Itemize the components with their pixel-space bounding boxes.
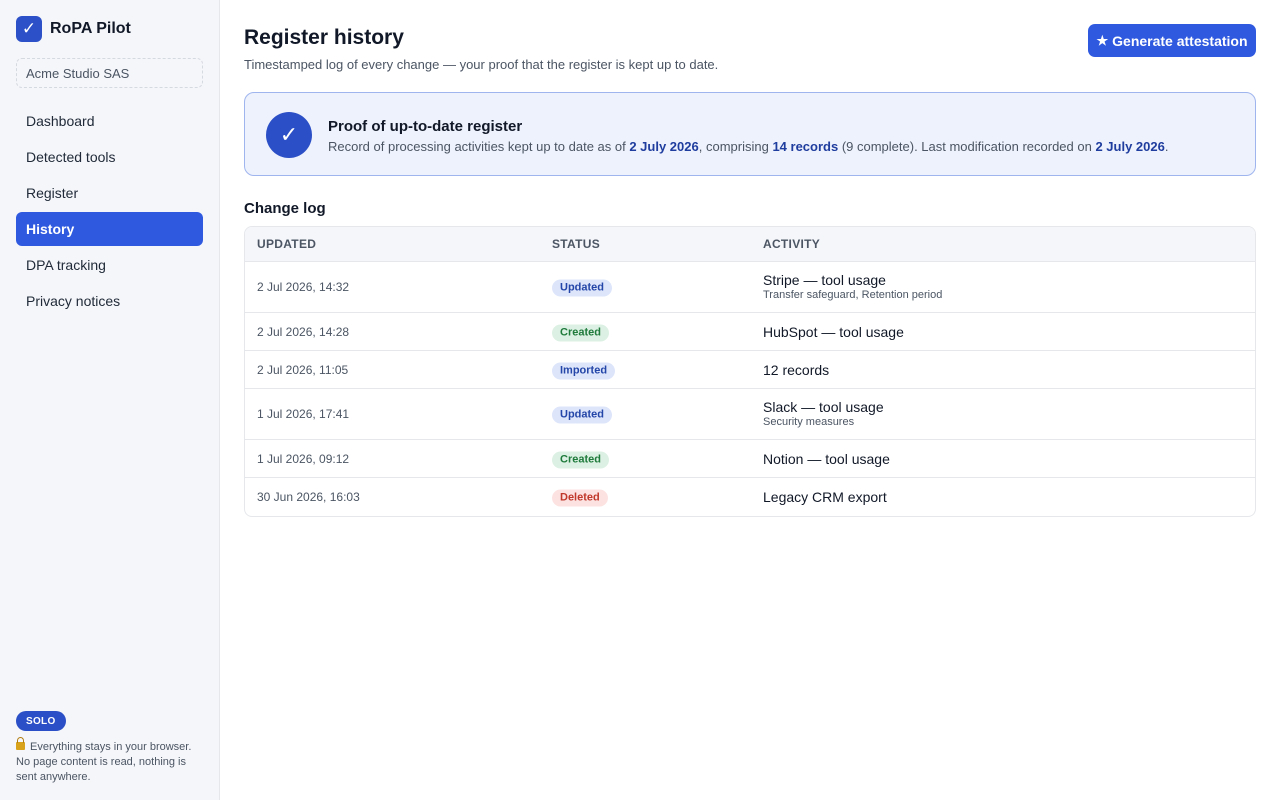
row-status: Updated bbox=[552, 405, 612, 424]
plan-badge: SOLO bbox=[16, 711, 66, 731]
row-activity: 12 records bbox=[763, 362, 829, 378]
row-status: Imported bbox=[552, 360, 616, 379]
row-updated: 1 Jul 2026, 17:41 bbox=[257, 407, 350, 421]
sidebar-item-history[interactable]: History bbox=[16, 212, 203, 246]
proof-last-modified: 2 July 2026 bbox=[1095, 139, 1165, 154]
status-badge: Imported bbox=[552, 362, 616, 379]
row-updated: 30 Jun 2026, 16:03 bbox=[257, 490, 360, 504]
row-status: Updated bbox=[552, 278, 612, 297]
privacy-note-text: Everything stays in your browser. No pag… bbox=[16, 741, 192, 783]
sidebar-item-privacy-notices[interactable]: Privacy notices bbox=[16, 284, 203, 318]
activity-title: Stripe — tool usage bbox=[763, 272, 886, 288]
sidebar-item-dashboard[interactable]: Dashboard bbox=[16, 104, 203, 138]
row-activity: HubSpot — tool usage bbox=[763, 324, 904, 340]
row-activity: Notion — tool usage bbox=[763, 451, 890, 467]
proof-text-suffix: . bbox=[1164, 139, 1169, 154]
sidebar-item-register[interactable]: Register bbox=[16, 176, 203, 210]
proof-title: Proof of up-to-date register bbox=[328, 118, 523, 135]
table-row[interactable]: 2 Jul 2026, 14:28 Created HubSpot — tool… bbox=[245, 313, 1255, 351]
logo-check-icon: ✓ bbox=[16, 16, 42, 42]
row-activity: Legacy CRM export bbox=[763, 489, 887, 505]
sidebar-item-dpa-tracking[interactable]: DPA tracking bbox=[16, 248, 203, 282]
row-status: Created bbox=[552, 449, 609, 468]
row-status: Created bbox=[552, 322, 609, 341]
workspace-selector[interactable]: Acme Studio SAS bbox=[16, 58, 203, 88]
table-row[interactable]: 1 Jul 2026, 17:41 Updated Slack — tool u… bbox=[245, 389, 1255, 440]
row-updated: 2 Jul 2026, 14:32 bbox=[257, 280, 350, 294]
app-name: RoPA Pilot bbox=[50, 20, 131, 37]
change-log-title: Change log bbox=[244, 200, 326, 217]
proof-text-mid: , comprising bbox=[698, 139, 773, 154]
star-icon: ★ bbox=[1096, 32, 1109, 48]
activity-title: Legacy CRM export bbox=[763, 489, 887, 505]
row-status: Deleted bbox=[552, 488, 608, 507]
row-updated: 2 Jul 2026, 11:05 bbox=[257, 362, 349, 377]
sidebar: ✓ RoPA Pilot Acme Studio SAS Dashboard D… bbox=[0, 0, 220, 800]
sidebar-item-detected-tools[interactable]: Detected tools bbox=[16, 140, 203, 174]
column-header-status[interactable]: STATUS bbox=[552, 237, 600, 251]
check-icon: ✓ bbox=[266, 112, 312, 158]
page-title: Register history bbox=[244, 26, 404, 49]
proof-as-of-date: 2 July 2026 bbox=[629, 139, 699, 154]
table-row[interactable]: 2 Jul 2026, 11:05 Imported 12 records bbox=[245, 351, 1255, 389]
row-activity: Slack — tool usage Security measures bbox=[763, 399, 884, 429]
proof-record-count: 14 records bbox=[772, 139, 839, 154]
proof-text-mid2: (9 complete). Last modification recorded… bbox=[838, 139, 1096, 154]
table-row[interactable]: 2 Jul 2026, 14:32 Updated Stripe — tool … bbox=[245, 262, 1255, 313]
status-badge: Updated bbox=[552, 406, 612, 424]
proof-text: Record of processing activities kept up … bbox=[328, 139, 1168, 154]
proof-card: ✓ Proof of up-to-date register Record of… bbox=[244, 92, 1256, 176]
activity-detail: Transfer safeguard, Retention period bbox=[763, 289, 943, 301]
change-log-table: UPDATED STATUS ACTIVITY 2 Jul 2026, 14:3… bbox=[244, 226, 1256, 517]
status-badge: Deleted bbox=[552, 489, 608, 507]
activity-detail: Security measures bbox=[763, 416, 855, 428]
generate-attestation-button[interactable]: ★ Generate attestation bbox=[1088, 24, 1256, 57]
proof-text-prefix: Record of processing activities kept up … bbox=[328, 139, 630, 154]
table-row[interactable]: 1 Jul 2026, 09:12 Created Notion — tool … bbox=[245, 440, 1255, 478]
status-badge: Created bbox=[552, 324, 609, 341]
activity-title: Notion — tool usage bbox=[763, 450, 890, 467]
status-badge: Created bbox=[552, 451, 609, 468]
brand[interactable]: ✓ RoPA Pilot bbox=[16, 16, 131, 42]
activity-title: HubSpot — tool usage bbox=[763, 323, 904, 340]
table-header: UPDATED STATUS ACTIVITY bbox=[245, 227, 1255, 262]
page-subtitle: Timestamped log of every change — your p… bbox=[244, 57, 719, 72]
table-row[interactable]: 30 Jun 2026, 16:03 Deleted Legacy CRM ex… bbox=[245, 478, 1255, 516]
row-activity: Stripe — tool usage Transfer safeguard, … bbox=[763, 272, 942, 302]
generate-attestation-label: Generate attestation bbox=[1112, 32, 1248, 49]
column-header-updated[interactable]: UPDATED bbox=[257, 237, 316, 251]
row-updated: 1 Jul 2026, 09:12 bbox=[257, 451, 350, 466]
activity-title: Slack — tool usage bbox=[763, 399, 884, 415]
status-badge: Updated bbox=[552, 279, 612, 297]
sidebar-nav: Dashboard Detected tools Register Histor… bbox=[16, 104, 203, 320]
privacy-note: Everything stays in your browser. No pag… bbox=[16, 737, 206, 785]
row-updated: 2 Jul 2026, 14:28 bbox=[257, 324, 350, 339]
activity-title: 12 records bbox=[763, 361, 830, 378]
lock-icon bbox=[16, 737, 25, 750]
column-header-activity[interactable]: ACTIVITY bbox=[763, 237, 820, 251]
